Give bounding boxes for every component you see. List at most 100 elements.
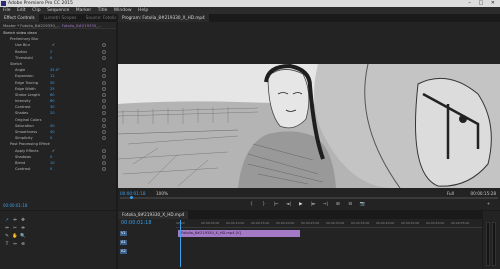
keyframe-toggle-icon[interactable] bbox=[102, 148, 106, 153]
ruler-tick-label: 00:00:40:00 bbox=[376, 221, 395, 225]
zoom-select[interactable]: 100% bbox=[156, 191, 168, 196]
menu-bar: File Edit Clip Sequence Marker Title Win… bbox=[0, 7, 500, 14]
menu-help[interactable]: Help bbox=[138, 8, 148, 13]
zoom-tool-icon[interactable]: 🔍 bbox=[20, 234, 26, 240]
track-target-toggle[interactable]: A2 bbox=[120, 249, 127, 254]
track-a2: A2 bbox=[118, 248, 482, 255]
keyframe-toggle-icon[interactable] bbox=[102, 105, 106, 110]
minimize-icon[interactable]: – bbox=[468, 0, 474, 6]
effect-parameter-list: Sketch video clean Preliminary Blur Use Bl… bbox=[0, 30, 116, 172]
track-header[interactable]: A1 bbox=[120, 239, 175, 246]
keyframe-toggle-icon[interactable] bbox=[102, 160, 106, 165]
keyframe-toggle-icon[interactable] bbox=[102, 80, 106, 85]
track-select-tool-icon[interactable]: ⇹ bbox=[12, 218, 18, 224]
track-header[interactable]: A2 bbox=[120, 248, 175, 255]
razor-tool-icon[interactable]: ✂ bbox=[12, 226, 18, 232]
tab-source[interactable]: Source: Fotolia bbox=[82, 14, 116, 22]
slip-tool-icon[interactable]: ⇼ bbox=[20, 226, 26, 232]
tab-sequence[interactable]: Fotolia_8#219330_X_HD.mp4 bbox=[118, 211, 189, 219]
step-back-button[interactable]: ◄| bbox=[285, 202, 292, 208]
slide-tool-icon[interactable]: ⊕ bbox=[20, 242, 26, 248]
pen-tool-icon[interactable]: ✎ bbox=[4, 234, 10, 240]
menu-marker[interactable]: Marker bbox=[76, 8, 92, 13]
timeline-playhead[interactable] bbox=[180, 220, 181, 267]
audio-meter-panel bbox=[483, 211, 500, 269]
keyframe-toggle-icon[interactable] bbox=[102, 74, 106, 79]
effect-controls-timecode[interactable]: 00:00:01:18 bbox=[3, 203, 27, 208]
rate-stretch-tool-icon[interactable]: ↔ bbox=[12, 242, 18, 248]
tab-program[interactable]: Program: Fotolia_8#219330_X_HD.mp4 bbox=[118, 14, 209, 22]
track-target-toggle[interactable]: A1 bbox=[120, 240, 127, 245]
button-editor-area: + bbox=[485, 201, 496, 208]
step-forward-button[interactable]: |► bbox=[310, 202, 317, 208]
master-clip-label[interactable]: Master * Fotolia_8#219330_... bbox=[3, 23, 60, 28]
track-v1: V1 Fotolia_8#219330_X_HD.mp4 [V] bbox=[118, 230, 482, 237]
maximize-icon[interactable]: □ bbox=[478, 0, 486, 6]
keyframe-toggle-icon[interactable] bbox=[102, 92, 106, 97]
menu-clip[interactable]: Clip bbox=[32, 8, 41, 13]
effect-controls-header: Master * Fotolia_8#219330_... Fotolia_8#… bbox=[0, 22, 116, 29]
keyframe-toggle-icon[interactable] bbox=[102, 55, 106, 60]
keyframe-toggle-icon[interactable] bbox=[102, 111, 106, 116]
selection-tool-icon[interactable]: ➚ bbox=[4, 218, 10, 224]
effect-param-label: Contrast bbox=[15, 167, 31, 172]
ruler-tick-label: 00:00:30:00 bbox=[326, 221, 345, 225]
ruler-tick-label: 00:00:05:00 bbox=[201, 221, 220, 225]
effect-param-row[interactable]: Contrast 0 bbox=[0, 166, 116, 172]
hand-tool-icon[interactable]: ✋ bbox=[12, 234, 18, 240]
tab-lumetri-scopes[interactable]: Lumetri Scopes bbox=[40, 14, 80, 22]
close-icon[interactable]: ✕ bbox=[491, 0, 498, 6]
effect-controls-panel: Effect Controls Lumetri Scopes Source: F… bbox=[0, 14, 116, 210]
timeline-tabs: Fotolia_8#219330_X_HD.mp4 bbox=[118, 211, 482, 219]
extract-button[interactable]: ⊟ bbox=[347, 202, 354, 208]
menu-title[interactable]: Title bbox=[98, 8, 108, 13]
menu-file[interactable]: File bbox=[3, 8, 11, 13]
go-to-in-button[interactable]: |← bbox=[273, 202, 280, 208]
mark-in-button[interactable]: { bbox=[248, 202, 255, 208]
lift-button[interactable]: ⊞ bbox=[334, 202, 341, 208]
track-header[interactable]: V1 bbox=[120, 230, 175, 237]
clip-label[interactable]: Fotolia_8#219330_... bbox=[62, 23, 102, 28]
menu-window[interactable]: Window bbox=[114, 8, 132, 13]
keyframe-toggle-icon[interactable] bbox=[102, 117, 106, 122]
go-to-out-button[interactable]: →| bbox=[322, 202, 329, 208]
video-preview[interactable] bbox=[118, 64, 500, 188]
ruler-tick-label: 00:00:35:00 bbox=[351, 221, 370, 225]
type-tool-icon[interactable]: T bbox=[4, 242, 10, 248]
keyframe-toggle-icon[interactable] bbox=[102, 154, 106, 159]
ripple-edit-tool-icon[interactable]: ✥ bbox=[20, 218, 26, 224]
duration-timecode: 00:00:15:28 bbox=[470, 191, 496, 196]
menu-edit[interactable]: Edit bbox=[17, 8, 26, 13]
menu-sequence[interactable]: Sequence bbox=[47, 8, 69, 13]
monitor-playhead[interactable] bbox=[130, 196, 133, 199]
keyframe-toggle-icon[interactable] bbox=[102, 123, 106, 128]
export-frame-button[interactable]: 📷 bbox=[359, 202, 366, 208]
keyframe-toggle-icon[interactable] bbox=[102, 130, 106, 134]
timeline-timecode[interactable]: 00:00:01:18 bbox=[121, 220, 152, 226]
keyframe-toggle-icon[interactable] bbox=[102, 49, 106, 54]
keyframe-toggle-icon[interactable] bbox=[102, 136, 106, 141]
playhead-timecode[interactable]: 00:00:01:18 bbox=[120, 191, 146, 196]
monitor-scrub-bar[interactable] bbox=[120, 197, 498, 199]
ruler-tick-label: 00:00:15:00 bbox=[251, 221, 270, 225]
keyframe-toggle-icon[interactable] bbox=[102, 167, 106, 172]
keyframe-toggle-icon[interactable] bbox=[102, 68, 106, 73]
transport-controls: { } |← ◄| ▶ |► →| ⊞ ⊟ 📷 bbox=[248, 201, 370, 208]
keyframe-toggle-icon[interactable] bbox=[102, 43, 106, 48]
window-controls[interactable]: – □ ✕ bbox=[468, 0, 498, 7]
keyframe-toggle-icon[interactable] bbox=[102, 86, 106, 91]
timeline-clip[interactable]: Fotolia_8#219330_X_HD.mp4 [V] bbox=[178, 230, 300, 237]
mark-out-button[interactable]: } bbox=[260, 202, 267, 208]
keyframe-toggle-icon[interactable] bbox=[102, 99, 106, 104]
effect-param-value[interactable]: 0 bbox=[50, 166, 52, 172]
track-target-toggle[interactable]: V1 bbox=[120, 231, 127, 236]
track-a1: A1 bbox=[118, 239, 482, 246]
time-ruler[interactable]: 00:0000:00:05:0000:00:10:0000:00:15:0000… bbox=[176, 220, 482, 228]
button-editor-plus-button[interactable]: + bbox=[485, 202, 492, 208]
resolution-select[interactable]: Full bbox=[447, 191, 454, 196]
tab-effect-controls[interactable]: Effect Controls bbox=[0, 14, 39, 22]
effect-controls-tabs: Effect Controls Lumetri Scopes Source: F… bbox=[0, 14, 116, 22]
rolling-edit-tool-icon[interactable]: ⇔ bbox=[4, 226, 10, 232]
play-button[interactable]: ▶ bbox=[297, 202, 304, 208]
timeline-panel: Fotolia_8#219330_X_HD.mp4 00:00:01:18 00… bbox=[118, 211, 482, 269]
